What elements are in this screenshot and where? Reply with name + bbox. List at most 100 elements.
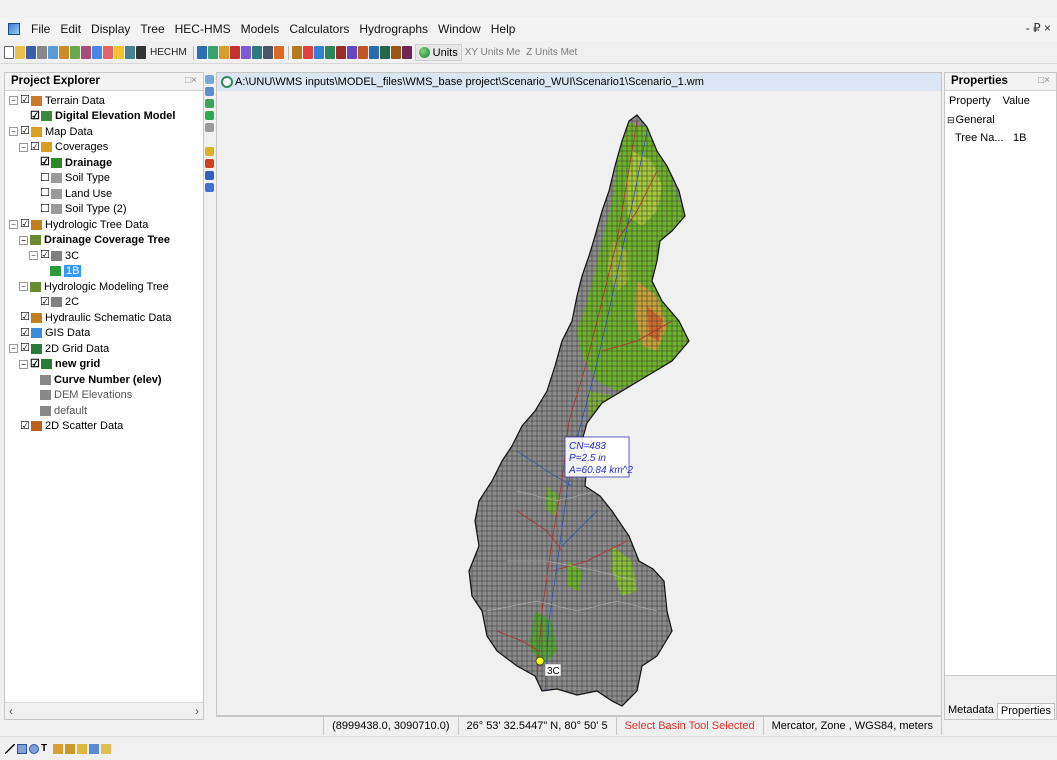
menu-calculators[interactable]: Calculators — [284, 22, 354, 36]
tree-checkbox[interactable]: ☑ — [20, 327, 30, 338]
graphics-window[interactable]: A:\UNU\WMS inputs\MODEL_files\WMS_base p… — [216, 72, 942, 716]
line-tool-icon[interactable] — [5, 743, 15, 754]
tree-checkbox[interactable]: ☑ — [20, 95, 30, 106]
tool-g-icon[interactable] — [262, 46, 273, 59]
send-back-icon[interactable] — [101, 743, 111, 754]
tree-node[interactable]: − ☑ Coverages — [5, 140, 203, 156]
select-tool-icon[interactable] — [205, 111, 214, 120]
scroll-right-arrow-icon[interactable]: › — [195, 704, 199, 718]
tree-node[interactable]: DEM Elevations — [5, 388, 203, 404]
tool-d-icon[interactable] — [229, 46, 240, 59]
tree-expander-icon[interactable]: − — [19, 359, 28, 369]
tree-expander-icon[interactable]: − — [9, 220, 18, 230]
tree-checkbox[interactable]: ☑ — [20, 126, 30, 137]
tree-checkbox[interactable]: ☑ — [20, 312, 30, 323]
tool-m-icon[interactable] — [335, 46, 346, 59]
frame-tool-icon[interactable] — [205, 123, 214, 132]
menu-file[interactable]: File — [26, 22, 55, 36]
select-basin-tool-icon[interactable] — [205, 159, 214, 168]
zoom-icon[interactable] — [70, 46, 80, 59]
tree-checkbox[interactable]: ☑ — [40, 296, 50, 307]
tree-checkbox[interactable]: ☑ — [20, 219, 30, 230]
tree-node[interactable]: − Hydrologic Modeling Tree — [5, 279, 203, 295]
measure-icon[interactable] — [125, 46, 135, 59]
menu-hec-hms[interactable]: HEC-HMS — [170, 22, 236, 36]
tree-expander-icon[interactable]: − — [19, 235, 28, 245]
tool-k-icon[interactable] — [313, 46, 324, 59]
tree-node[interactable]: ☑ Digital Elevation Model — [5, 109, 203, 125]
pan-icon[interactable] — [59, 46, 69, 59]
frame-icon[interactable] — [92, 46, 102, 59]
tool-b-icon[interactable] — [207, 46, 218, 59]
xy-units-field[interactable]: XY Units Me — [465, 47, 520, 58]
tool-c-icon[interactable] — [218, 46, 229, 59]
menu-hydrographs[interactable]: Hydrographs — [354, 22, 433, 36]
tree-node[interactable]: Curve Number (elev) — [5, 372, 203, 388]
print-icon[interactable] — [37, 46, 47, 59]
tool-l-icon[interactable] — [324, 46, 335, 59]
tool-s-icon[interactable] — [401, 46, 412, 59]
tab-metadata[interactable]: Metadata — [945, 703, 997, 719]
tree-node[interactable]: ☐ Soil Type — [5, 171, 203, 187]
pan-tool-icon[interactable] — [205, 99, 214, 108]
tree-node[interactable]: ☑ GIS Data — [5, 326, 203, 342]
tab-properties[interactable]: Properties — [996, 703, 1056, 719]
menu-edit[interactable]: Edit — [55, 22, 86, 36]
tool-e-icon[interactable] — [240, 46, 251, 59]
bring-front-icon[interactable] — [89, 743, 99, 754]
tree-checkbox[interactable]: ☑ — [40, 250, 50, 261]
ellipse-tool-icon[interactable] — [29, 743, 39, 754]
window-controls[interactable]: - ₽ × — [1026, 21, 1051, 35]
tree-checkbox[interactable]: ☑ — [30, 110, 40, 121]
units-button[interactable]: Units — [414, 44, 462, 61]
tree-checkbox[interactable]: ☑ — [20, 420, 30, 431]
watershed-map[interactable]: CN=483 P=2.5 in A=60.84 km^2 3C — [217, 91, 941, 715]
tool-o-icon[interactable] — [357, 46, 368, 59]
tree-node[interactable]: ☑ 2D Scatter Data — [5, 419, 203, 435]
frame-tool-icon[interactable] — [77, 743, 87, 754]
tool-r-icon[interactable] — [390, 46, 401, 59]
panel-pin-close[interactable]: □× — [185, 75, 197, 88]
save-icon[interactable] — [26, 46, 36, 59]
menu-display[interactable]: Display — [86, 22, 135, 36]
properties-group-general[interactable]: ⊟ General — [945, 111, 1056, 129]
open-folder-icon[interactable] — [15, 46, 25, 59]
tree-expander-icon[interactable]: − — [19, 282, 28, 292]
tree-checkbox[interactable]: ☑ — [30, 358, 40, 369]
tree-node[interactable]: − Drainage Coverage Tree — [5, 233, 203, 249]
tree-checkbox[interactable]: ☑ — [30, 141, 40, 152]
tree-node[interactable]: − ☑ Map Data — [5, 124, 203, 140]
tree-node[interactable]: − ☑ Hydrologic Tree Data — [5, 217, 203, 233]
tree-checkbox[interactable]: ☐ — [40, 188, 50, 199]
tree-node[interactable]: ☐ Soil Type (2) — [5, 202, 203, 218]
rotate-tool-icon[interactable] — [205, 87, 214, 96]
image-tool-icon[interactable] — [53, 743, 63, 754]
tool-f-icon[interactable] — [251, 46, 262, 59]
z-units-field[interactable]: Z Units Met — [526, 47, 577, 58]
drainage-tool-icon[interactable] — [205, 183, 214, 192]
property-value[interactable]: 1B — [1013, 132, 1026, 144]
tree-node[interactable]: ☑ Hydraulic Schematic Data — [5, 310, 203, 326]
display-options-icon[interactable] — [114, 46, 124, 59]
arrow-tool-icon[interactable] — [65, 743, 75, 754]
tree-node[interactable]: ☑ 2C — [5, 295, 203, 311]
tool-p-icon[interactable] — [368, 46, 379, 59]
tree-expander-icon[interactable]: − — [9, 127, 18, 137]
collapse-icon[interactable]: ⊟ — [947, 115, 955, 126]
refresh-icon[interactable] — [103, 46, 113, 59]
hec-hms-button[interactable]: HECHM — [150, 47, 187, 58]
menu-help[interactable]: Help — [486, 22, 521, 36]
property-row[interactable]: Tree Na... 1B — [945, 129, 1056, 147]
properties-pin-close[interactable]: □× — [1038, 75, 1050, 88]
tree-checkbox[interactable]: ☐ — [40, 172, 50, 183]
tree-node[interactable]: − ☑ 2D Grid Data — [5, 341, 203, 357]
select-stream-tool-icon[interactable] — [205, 171, 214, 180]
rotate-icon[interactable] — [81, 46, 91, 59]
text-tool-icon[interactable]: T — [41, 743, 51, 754]
tree-node[interactable]: − ☑ new grid — [5, 357, 203, 373]
tree-node[interactable]: − ☑ Terrain Data — [5, 93, 203, 109]
tool-a-icon[interactable] — [196, 46, 207, 59]
tree-node[interactable]: ☑ Drainage — [5, 155, 203, 171]
menu-tree[interactable]: Tree — [135, 22, 169, 36]
tree-expander-icon[interactable]: − — [9, 96, 18, 106]
